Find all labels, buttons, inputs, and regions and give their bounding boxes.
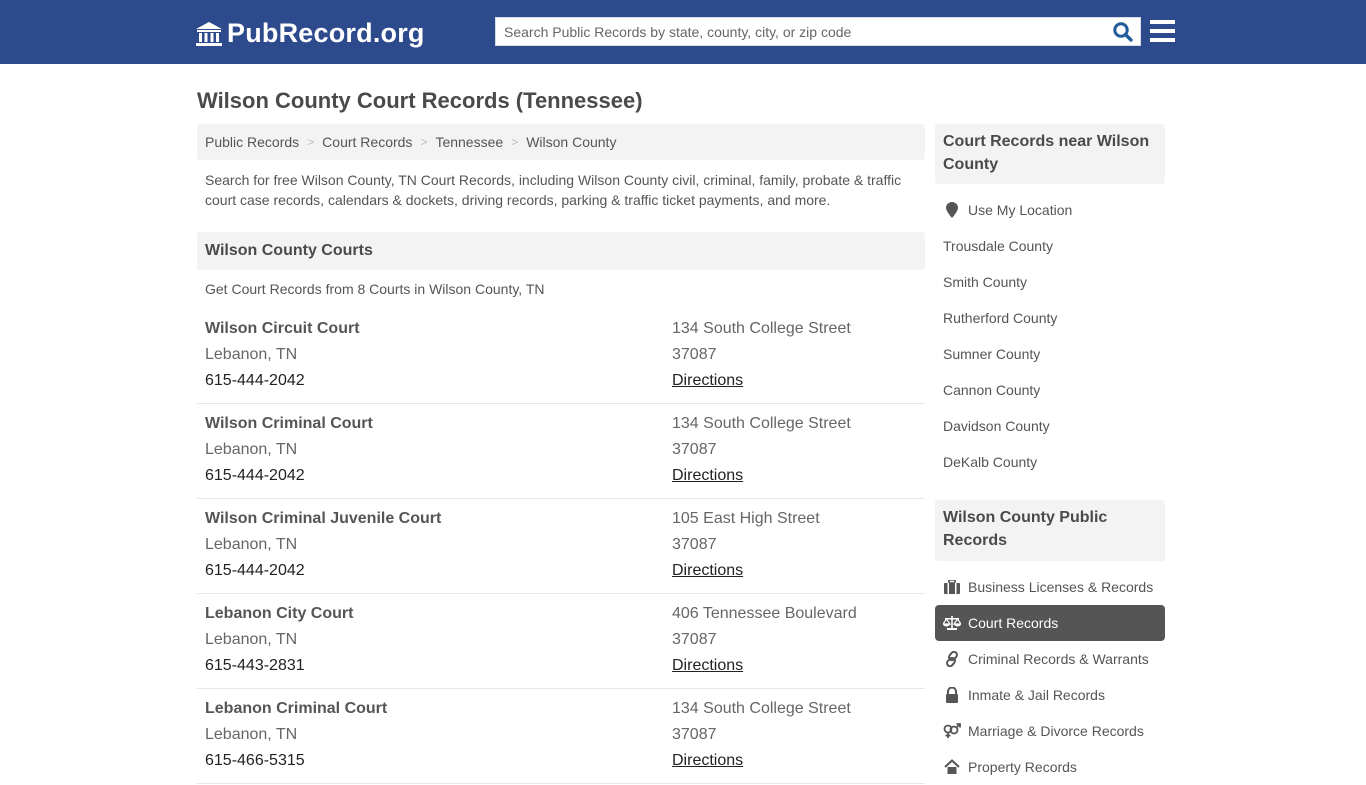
courts-section-heading: Wilson County Courts bbox=[197, 232, 925, 270]
court-name[interactable]: Wilson Criminal Court bbox=[205, 414, 373, 440]
sidebar-item-label: Court Records bbox=[968, 615, 1059, 631]
court-name[interactable]: Lebanon Criminal Court bbox=[205, 699, 387, 725]
map-marker-icon bbox=[943, 202, 961, 218]
breadcrumb-court-records[interactable]: Court Records bbox=[322, 134, 412, 150]
court-address: 406 Tennessee Boulevard bbox=[672, 605, 857, 622]
court-address: 134 South College Street bbox=[672, 320, 851, 337]
court-zip: 37087 bbox=[672, 441, 717, 458]
sidebar-item-marriage-divorce[interactable]: Marriage & Divorce Records bbox=[935, 713, 1165, 749]
public-records-list: Business Licenses & Records Court Record… bbox=[935, 569, 1165, 785]
nearby-county-link[interactable]: Sumner County bbox=[935, 336, 1165, 372]
court-item: Lebanon City Court Lebanon, TN 615-443-2… bbox=[197, 594, 925, 689]
nearby-county-link[interactable]: Rutherford County bbox=[935, 300, 1165, 336]
nearby-list: Use My Location Trousdale County Smith C… bbox=[935, 192, 1165, 480]
logo-text: PubRecord.org bbox=[227, 18, 425, 48]
use-my-location-link[interactable]: Use My Location bbox=[935, 192, 1165, 228]
sidebar-item-label: Criminal Records & Warrants bbox=[968, 651, 1149, 667]
breadcrumb-separator: > bbox=[307, 135, 315, 149]
breadcrumb-separator: > bbox=[420, 135, 428, 149]
search-bar bbox=[495, 17, 1141, 46]
directions-link[interactable]: Directions bbox=[672, 562, 743, 579]
search-input[interactable] bbox=[496, 18, 1106, 45]
directions-link[interactable]: Directions bbox=[672, 467, 743, 484]
court-item: Wilson Criminal Court Lebanon, TN 615-44… bbox=[197, 404, 925, 499]
court-phone[interactable]: 615-444-2042 bbox=[205, 466, 373, 492]
public-records-heading: Wilson County Public Records bbox=[935, 500, 1165, 561]
court-item: Lebanon Criminal Court Lebanon, TN 615-4… bbox=[197, 689, 925, 784]
link-icon bbox=[943, 651, 961, 667]
sidebar-item-property-records[interactable]: Property Records bbox=[935, 749, 1165, 785]
court-phone[interactable]: 615-444-2042 bbox=[205, 371, 360, 397]
sidebar-item-label: Inmate & Jail Records bbox=[968, 687, 1105, 703]
sidebar-item-label: Business Licenses & Records bbox=[968, 579, 1154, 595]
directions-link[interactable]: Directions bbox=[672, 657, 743, 674]
breadcrumb: Public Records > Court Records > Tenness… bbox=[197, 124, 925, 160]
sidebar-item-criminal-records[interactable]: Criminal Records & Warrants bbox=[935, 641, 1165, 677]
gender-icon bbox=[943, 723, 961, 739]
court-phone[interactable]: 615-466-5315 bbox=[205, 751, 387, 777]
courts-section-subheading: Get Court Records from 8 Courts in Wilso… bbox=[205, 281, 545, 297]
court-city: Lebanon, TN bbox=[205, 726, 298, 743]
briefcase-icon bbox=[943, 579, 961, 595]
court-city: Lebanon, TN bbox=[205, 631, 298, 648]
nearby-county-link[interactable]: Cannon County bbox=[935, 372, 1165, 408]
court-address: 134 South College Street bbox=[672, 700, 851, 717]
directions-link[interactable]: Directions bbox=[672, 752, 743, 769]
sidebar-item-label: Property Records bbox=[968, 759, 1077, 775]
court-address: 134 South College Street bbox=[672, 415, 851, 432]
breadcrumb-separator: > bbox=[511, 135, 519, 149]
breadcrumb-public-records[interactable]: Public Records bbox=[205, 134, 299, 150]
lock-icon bbox=[943, 687, 961, 703]
nearby-county-link[interactable]: Trousdale County bbox=[935, 228, 1165, 264]
house-icon bbox=[943, 759, 961, 775]
scales-icon bbox=[943, 615, 961, 631]
court-name[interactable]: Wilson Criminal Juvenile Court bbox=[205, 509, 441, 535]
sidebar-item-inmate-records[interactable]: Inmate & Jail Records bbox=[935, 677, 1165, 713]
page-title: Wilson County Court Records (Tennessee) bbox=[197, 88, 643, 113]
nearby-heading: Court Records near Wilson County bbox=[935, 124, 1165, 184]
courthouse-icon bbox=[195, 21, 223, 47]
site-logo[interactable]: PubRecord.org bbox=[195, 18, 425, 49]
use-my-location-label: Use My Location bbox=[968, 202, 1073, 218]
search-icon[interactable] bbox=[1112, 21, 1134, 43]
hamburger-menu-icon[interactable] bbox=[1150, 20, 1175, 42]
court-phone[interactable]: 615-444-2042 bbox=[205, 561, 441, 587]
court-item: Wilson Criminal Juvenile Court Lebanon, … bbox=[197, 499, 925, 594]
court-phone[interactable]: 615-443-2831 bbox=[205, 656, 353, 682]
court-name[interactable]: Lebanon City Court bbox=[205, 604, 353, 630]
sidebar-item-business-licenses[interactable]: Business Licenses & Records bbox=[935, 569, 1165, 605]
court-zip: 37087 bbox=[672, 631, 717, 648]
court-zip: 37087 bbox=[672, 536, 717, 553]
court-city: Lebanon, TN bbox=[205, 441, 298, 458]
court-zip: 37087 bbox=[672, 726, 717, 743]
court-item: Wilson Circuit Court Lebanon, TN 615-444… bbox=[197, 309, 925, 404]
court-city: Lebanon, TN bbox=[205, 536, 298, 553]
sidebar-item-court-records[interactable]: Court Records bbox=[935, 605, 1165, 641]
intro-text: Search for free Wilson County, TN Court … bbox=[205, 172, 902, 208]
sidebar-item-label: Marriage & Divorce Records bbox=[968, 723, 1144, 739]
court-list: Wilson Circuit Court Lebanon, TN 615-444… bbox=[197, 309, 925, 784]
court-address: 105 East High Street bbox=[672, 510, 820, 527]
nearby-county-link[interactable]: DeKalb County bbox=[935, 444, 1165, 480]
court-zip: 37087 bbox=[672, 346, 717, 363]
top-navbar: PubRecord.org bbox=[0, 0, 1366, 64]
directions-link[interactable]: Directions bbox=[672, 372, 743, 389]
breadcrumb-wilson-county[interactable]: Wilson County bbox=[526, 134, 616, 150]
nearby-county-link[interactable]: Smith County bbox=[935, 264, 1165, 300]
court-name[interactable]: Wilson Circuit Court bbox=[205, 319, 360, 345]
breadcrumb-tennessee[interactable]: Tennessee bbox=[435, 134, 503, 150]
nearby-county-link[interactable]: Davidson County bbox=[935, 408, 1165, 444]
court-city: Lebanon, TN bbox=[205, 346, 298, 363]
